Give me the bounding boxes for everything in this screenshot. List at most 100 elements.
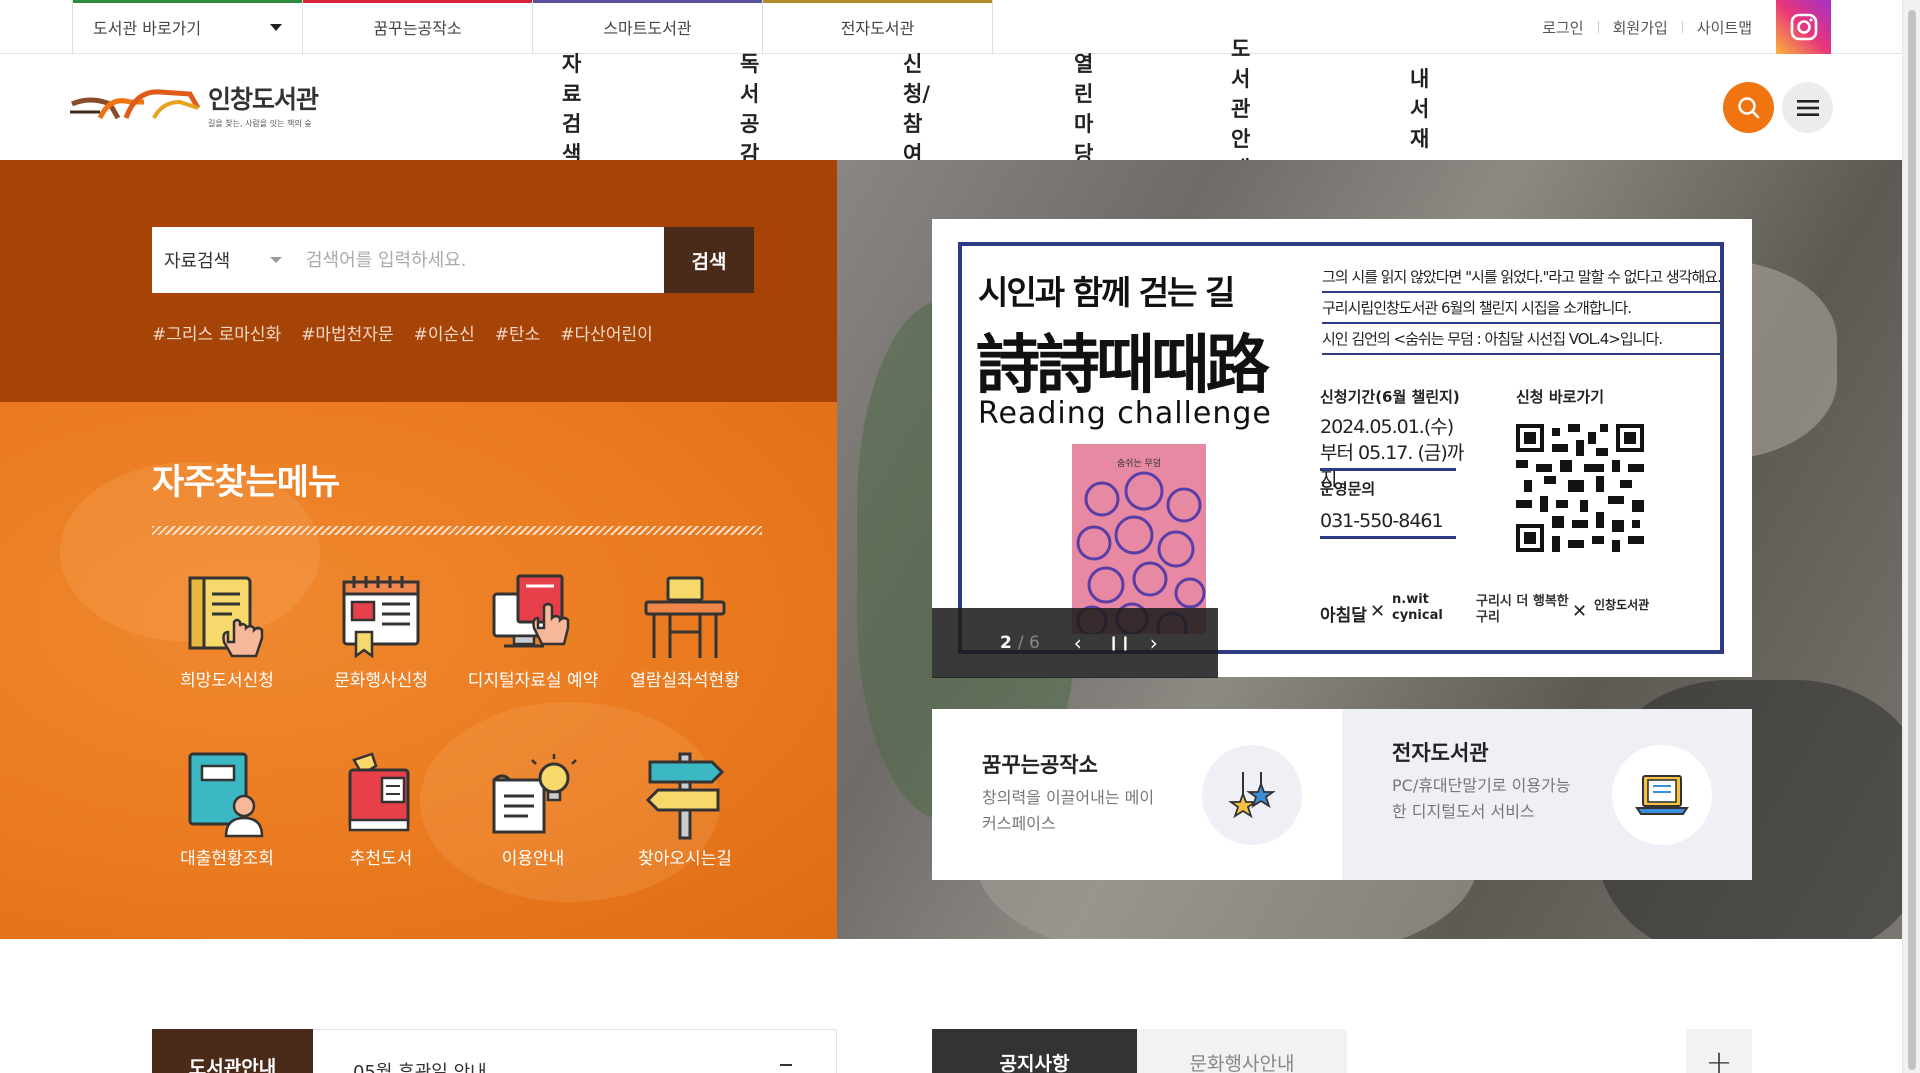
quick-menu-label: 문화행사신청 <box>334 671 428 691</box>
slider-controls: 2 / 6 ‹ ❙❙ › <box>932 608 1218 678</box>
frequent-menu-title: 자주찾는메뉴 <box>152 463 340 503</box>
site-logo[interactable]: 인창도서관 길을 찾는, 사람을 잇는 책의 숲 <box>70 80 319 129</box>
search-icon <box>1737 96 1759 118</box>
hashtag-link[interactable]: #그리스 로마신화 <box>152 320 281 345</box>
signup-link[interactable]: 회원가입 <box>1613 17 1668 38</box>
instagram-icon <box>1790 13 1817 41</box>
contact-value: 031-550-8461 <box>1320 510 1444 532</box>
stars-icon <box>1228 772 1276 819</box>
chevron-down-icon <box>270 23 282 31</box>
quicklink-label: 전자도서관 <box>840 19 915 38</box>
search-panel: 자료검색 검색 #그리스 로마신화 #마법천자문 #이순신 #탄소 #다산어린이 <box>0 160 837 402</box>
search-input[interactable] <box>294 227 664 293</box>
quicklink-dream-workshop[interactable]: 꿈꾸는공작소 <box>303 0 533 54</box>
desk-seat-icon <box>644 576 726 658</box>
chevron-down-icon <box>270 257 282 263</box>
scrollbar-thumb[interactable] <box>1908 10 1916 1070</box>
more-button[interactable]: + <box>1686 1029 1752 1073</box>
nav-item-open-forum[interactable]: 열린마당 <box>1074 48 1093 168</box>
card-icon-circle <box>1612 745 1712 845</box>
quicklink-color-bar <box>763 0 992 3</box>
card-description: PC/휴대단말기로 이용가능한 디지털도서 서비스 <box>1392 776 1571 821</box>
signpost-icon <box>645 752 725 840</box>
qr-code-icon[interactable] <box>1516 424 1644 552</box>
hamburger-menu-button[interactable] <box>1782 82 1833 133</box>
library-info-item[interactable]: 05월 휴관일 안내 <box>353 1058 487 1073</box>
recommended-book-icon <box>348 752 410 832</box>
quicklink-e-library[interactable]: 전자도서관 <box>763 0 993 54</box>
top-utility-bar: 도서관 바로가기 꿈꾸는공작소 스마트도서관 전자도서관 로그인 회원가입 사이… <box>0 0 1902 54</box>
computer-reservation-icon <box>492 574 570 648</box>
instagram-button[interactable] <box>1776 0 1831 54</box>
nav-item-search[interactable]: 자료검색 <box>562 48 581 168</box>
quick-menu-label: 대출현황조회 <box>180 849 274 869</box>
quick-menu-recommended[interactable]: 추천도서 <box>311 750 451 871</box>
nav-item-reading[interactable]: 독서공감 <box>740 48 759 168</box>
quicklink-color-bar <box>73 0 302 3</box>
banner-intro-line: 시인 김언의 <숨쉬는 무덤 : 아침달 시선집 VOL.4>입니다. <box>1322 324 1722 355</box>
period-label: 신청기간(6월 챌린지) <box>1320 388 1460 406</box>
poetry-book-cover: 숨쉬는 무덤 <box>1072 444 1206 634</box>
hashtag-link[interactable]: #이순신 <box>414 320 475 345</box>
search-submit-button[interactable]: 검색 <box>664 227 754 293</box>
tab-library-info[interactable]: 도서관안내 <box>152 1029 313 1073</box>
tab-cultural-events[interactable]: 문화행사안내 <box>1137 1029 1347 1073</box>
event-board-icon <box>342 576 420 659</box>
partner-achimdal: 아침달 <box>1320 606 1367 626</box>
tab-notices[interactable]: 공지사항 <box>932 1029 1137 1073</box>
hashtag-link[interactable]: #마법천자문 <box>301 320 393 345</box>
decorative-divider <box>152 526 762 535</box>
header-search-button[interactable] <box>1723 82 1774 133</box>
quicklink-smart-library[interactable]: 스마트도서관 <box>533 0 763 54</box>
quick-menu-label: 찾아오시는길 <box>638 849 732 869</box>
quick-menu-label: 이용안내 <box>501 849 565 869</box>
hashtag-link[interactable]: #다산어린이 <box>560 320 652 345</box>
quick-menu-hope-book[interactable]: 희망도서신청 <box>157 572 297 693</box>
times-icon: ✕ <box>1572 601 1588 622</box>
book-request-icon <box>188 576 264 658</box>
book-cover-title: 숨쉬는 무덤 <box>1116 459 1162 469</box>
library-logo-mark-icon <box>70 89 200 120</box>
library-shortcut-dropdown[interactable]: 도서관 바로가기 <box>73 0 303 54</box>
quicklink-label: 꿈꾸는공작소 <box>373 19 462 38</box>
apply-label: 신청 바로가기 <box>1516 388 1605 406</box>
quick-menu-event-apply[interactable]: 문화행사신청 <box>311 572 451 693</box>
expand-icon[interactable] <box>780 1064 792 1066</box>
pause-icon[interactable]: ❙❙ <box>1108 635 1131 651</box>
banner-divider <box>1320 468 1456 471</box>
search-category-select[interactable]: 자료검색 <box>152 227 294 293</box>
nav-item-my-library[interactable]: 내서재 <box>1410 63 1429 153</box>
e-library-card[interactable]: 전자도서관 PC/휴대단말기로 이용가능한 디지털도서 서비스 <box>1342 709 1752 880</box>
dream-workshop-card[interactable]: 꿈꾸는공작소 창의력을 이끌어내는 메이커스페이스 <box>932 709 1342 880</box>
quicklinks-bar: 도서관 바로가기 꿈꾸는공작소 스마트도서관 전자도서관 <box>72 0 993 54</box>
page-scrollbar[interactable] <box>1902 0 1920 1073</box>
hashtag-link[interactable]: #탄소 <box>495 320 541 345</box>
chevron-right-icon[interactable]: › <box>1146 631 1162 655</box>
quicklink-label: 스마트도서관 <box>603 19 692 38</box>
chevron-left-icon[interactable]: ‹ <box>1070 631 1086 655</box>
banner-headline: 시인과 함께 걷는 길 <box>978 273 1235 312</box>
quick-menu-label: 추천도서 <box>349 849 413 869</box>
loan-status-icon <box>188 752 264 838</box>
utility-links: 로그인 회원가입 사이트맵 <box>1542 0 1752 54</box>
quick-menu-directions[interactable]: 찾아오시는길 <box>615 750 755 871</box>
card-title: 전자도서관 <box>1392 741 1489 765</box>
library-shortcut-label: 도서관 바로가기 <box>93 19 202 38</box>
times-icon: ✕ <box>1370 601 1386 622</box>
card-description: 창의력을 이끌어내는 메이커스페이스 <box>982 788 1155 833</box>
card-icon-circle <box>1202 745 1302 845</box>
quicklink-color-bar <box>533 0 762 3</box>
divider <box>1681 21 1683 33</box>
quick-menu-loan-status[interactable]: 대출현황조회 <box>157 750 297 871</box>
quick-menu-digital-room[interactable]: 디지털자료실 예약 <box>463 572 603 693</box>
laptop-book-icon <box>1635 775 1689 815</box>
card-title: 꿈꾸는공작소 <box>982 753 1098 777</box>
banner-divider <box>1320 536 1456 539</box>
nav-item-apply[interactable]: 신청/참여 <box>903 48 930 168</box>
guri-city-logo: 구리시 더 행복한 구리 <box>1476 594 1569 625</box>
quick-menu-seat-status[interactable]: 열람실좌석현황 <box>615 572 755 693</box>
banner-intro-line: 구리시립인창도서관 6월의 챌린지 시집을 소개합니다. <box>1322 293 1722 324</box>
sitemap-link[interactable]: 사이트맵 <box>1697 17 1752 38</box>
login-link[interactable]: 로그인 <box>1542 17 1583 38</box>
quick-menu-guide[interactable]: 이용안내 <box>463 750 603 871</box>
